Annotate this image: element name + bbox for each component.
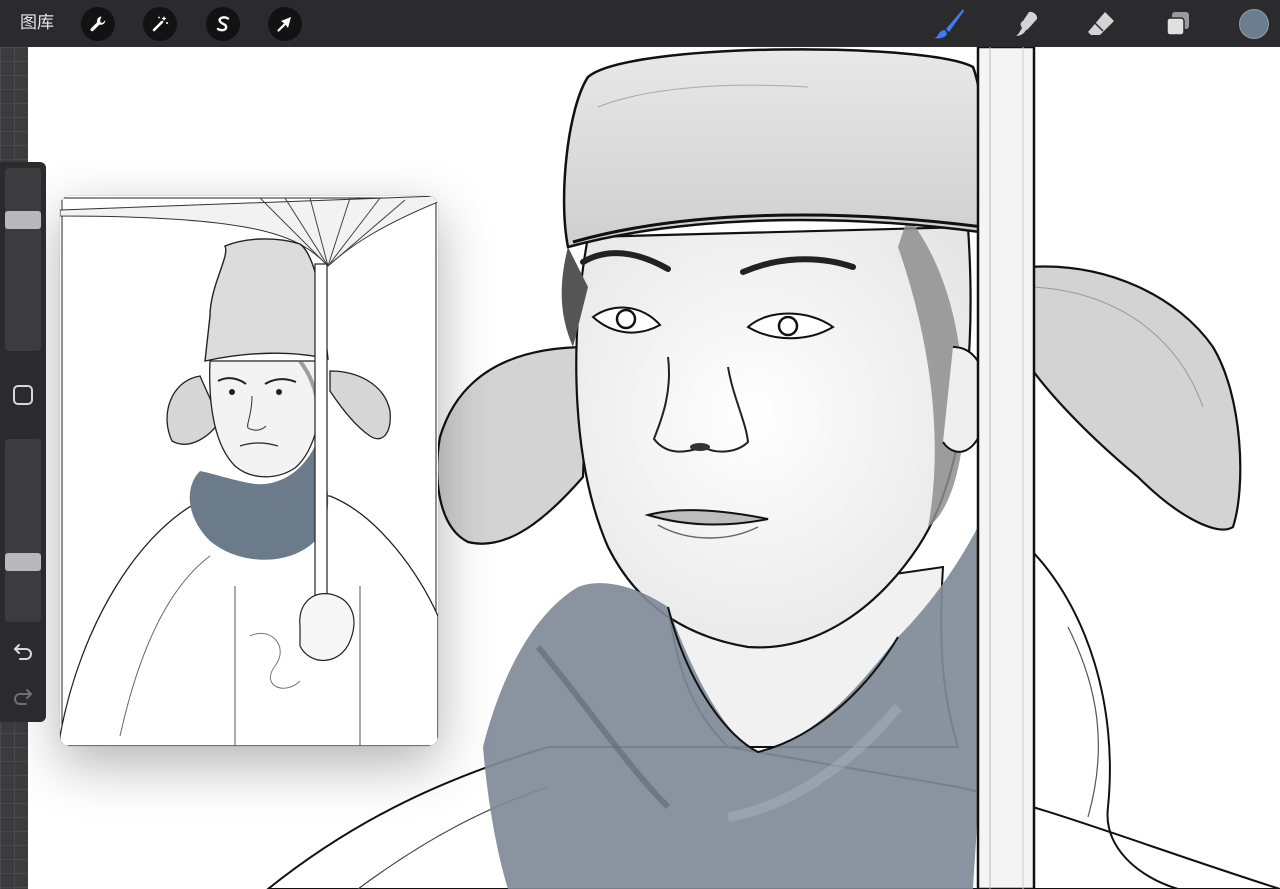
- selection-button[interactable]: [206, 7, 240, 41]
- eraser-icon: [1088, 12, 1114, 35]
- actions-button[interactable]: [81, 7, 115, 41]
- transform-arrow-icon: [277, 17, 291, 32]
- selection-icon: [216, 16, 230, 32]
- sidebar: [0, 162, 46, 722]
- wrench-icon: [90, 16, 106, 32]
- modify-button[interactable]: [13, 385, 33, 405]
- brush-size-handle[interactable]: [5, 211, 41, 229]
- hat-crown: [562, 48, 986, 249]
- redo-icon: [14, 689, 32, 705]
- smudge-tool-button[interactable]: [1008, 6, 1044, 42]
- brush-size-slider[interactable]: [5, 168, 41, 351]
- layers-button[interactable]: [1160, 6, 1196, 42]
- undo-button[interactable]: [11, 638, 35, 662]
- hat-wing-right: [1016, 265, 1242, 531]
- magic-wand-icon: [152, 16, 168, 32]
- reference-image: [60, 196, 438, 746]
- smudge-icon: [1016, 11, 1038, 36]
- top-toolbar: 图库: [0, 0, 1280, 47]
- redo-button[interactable]: [11, 683, 35, 707]
- umbrella-pole: [976, 47, 1036, 889]
- transform-button[interactable]: [268, 7, 302, 41]
- opacity-handle[interactable]: [5, 553, 41, 571]
- brush-tool-button[interactable]: [931, 6, 967, 42]
- adjustments-button[interactable]: [143, 7, 177, 41]
- color-picker-button[interactable]: [1239, 9, 1269, 39]
- layers-icon: [1166, 12, 1189, 36]
- reference-window[interactable]: [60, 196, 438, 746]
- undo-icon: [14, 644, 32, 660]
- brush-icon: [934, 9, 964, 39]
- procreate-app: 图库: [0, 0, 1280, 889]
- gallery-button[interactable]: 图库: [20, 12, 54, 34]
- hat-wing-left: [436, 345, 590, 545]
- opacity-slider[interactable]: [5, 439, 41, 622]
- eraser-tool-button[interactable]: [1083, 6, 1119, 42]
